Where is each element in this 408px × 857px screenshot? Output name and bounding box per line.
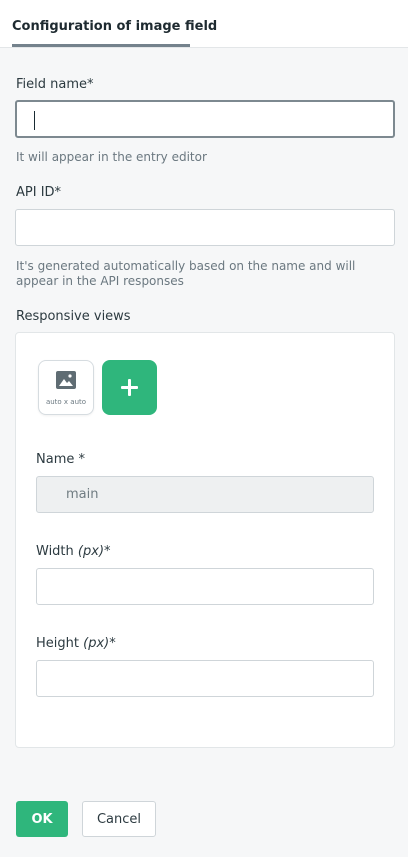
height-label: Height (px)*	[36, 636, 116, 651]
view-name-label: Name *	[36, 452, 85, 467]
responsive-view-thumbnail[interactable]: auto x auto	[38, 360, 94, 415]
tab-configuration[interactable]: Configuration of image field	[12, 0, 217, 48]
api-id-hint: It's generated automatically based on th…	[16, 259, 356, 288]
view-name-value: main	[66, 487, 99, 502]
tab-configuration-label: Configuration of image field	[12, 19, 218, 34]
image-icon	[56, 371, 76, 389]
ok-button[interactable]: OK	[16, 801, 68, 837]
width-input[interactable]	[36, 568, 374, 605]
height-label-text: Height	[36, 636, 79, 651]
height-required-mark: *	[109, 636, 116, 651]
text-caret	[34, 111, 35, 130]
tab-active-indicator	[12, 44, 190, 47]
responsive-views-panel: auto x auto Name * main Width (px)* Heig…	[15, 332, 395, 748]
add-view-button[interactable]	[102, 360, 157, 415]
width-label: Width (px)*	[36, 544, 111, 559]
width-label-text: Width	[36, 544, 74, 559]
width-required-mark: *	[104, 544, 111, 559]
cancel-button[interactable]: Cancel	[82, 801, 156, 837]
api-id-input[interactable]	[15, 209, 395, 246]
responsive-views-label: Responsive views	[16, 309, 131, 324]
height-input[interactable]	[36, 660, 374, 697]
width-unit: (px)	[77, 544, 105, 559]
field-name-input[interactable]	[15, 100, 395, 138]
field-name-label: Field name*	[16, 77, 94, 92]
thumbnail-size-label: auto x auto	[45, 398, 87, 406]
field-name-hint: It will appear in the entry editor	[16, 150, 207, 164]
dialog-header: Configuration of image field	[0, 0, 408, 48]
view-name-input[interactable]: main	[36, 476, 374, 513]
height-unit: (px)	[83, 636, 110, 651]
api-id-label: API ID*	[16, 185, 62, 200]
